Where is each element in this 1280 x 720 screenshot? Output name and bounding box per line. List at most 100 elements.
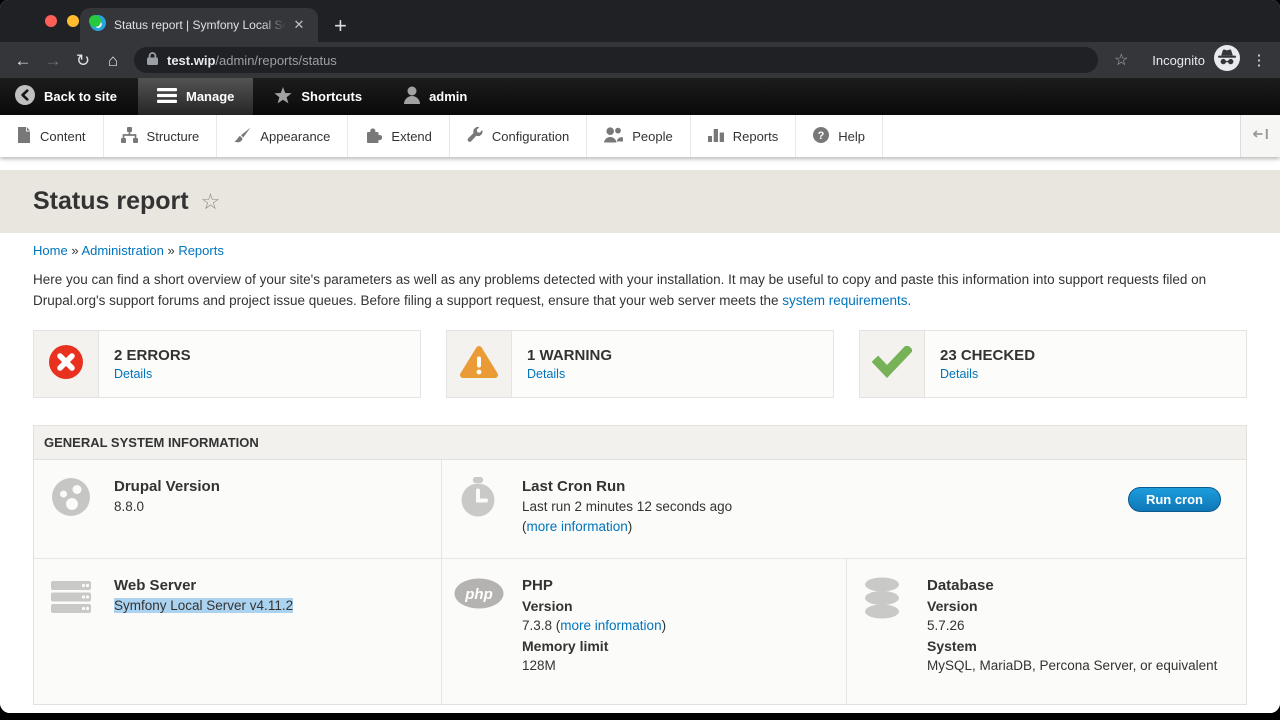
menu-item-structure[interactable]: Structure <box>103 115 217 157</box>
url-text: test.wip/admin/reports/status <box>167 53 337 68</box>
back-to-site-button[interactable]: Back to site <box>0 78 132 115</box>
breadcrumb-reports-link[interactable]: Reports <box>178 243 224 258</box>
database-system-label: System <box>927 636 1226 656</box>
back-circle-icon <box>15 85 35 108</box>
bookmark-star-icon[interactable]: ☆ <box>1108 50 1134 70</box>
checkmark-icon <box>872 346 912 383</box>
general-system-information-panel: GENERAL SYSTEM INFORMATION Drupal Versio… <box>33 425 1247 705</box>
database-title: Database <box>927 576 1226 596</box>
checked-details-link[interactable]: Details <box>940 367 1035 381</box>
star-icon <box>274 87 292 107</box>
browser-menu-icon[interactable]: ⋮ <box>1246 51 1272 69</box>
admin-user-tab[interactable]: admin <box>389 78 482 115</box>
last-cron-run-cell: Last Cron Run Last run 2 minutes 12 seco… <box>441 460 1246 558</box>
lock-icon <box>147 52 158 68</box>
errors-details-link[interactable]: Details <box>114 367 191 381</box>
menu-item-reports[interactable]: Reports <box>690 115 796 157</box>
system-requirements-link[interactable]: system requirements. <box>782 293 911 308</box>
bar-chart-icon <box>708 127 724 145</box>
shortcuts-label: Shortcuts <box>301 89 362 104</box>
incognito-label: Incognito <box>1152 53 1205 68</box>
maximize-window-button[interactable] <box>89 15 101 27</box>
menu-item-people[interactable]: People <box>586 115 689 157</box>
breadcrumb-home-link[interactable]: Home <box>33 243 68 258</box>
panel-heading: GENERAL SYSTEM INFORMATION <box>34 426 1246 460</box>
back-icon[interactable]: ← <box>8 52 38 69</box>
warnings-count: 1 WARNING <box>527 347 612 364</box>
checkmark-icon-cell <box>860 331 925 397</box>
run-cron-button[interactable]: Run cron <box>1128 487 1221 512</box>
drupal-version-value: 8.8.0 <box>114 497 421 517</box>
php-logo-icon: php <box>454 578 504 614</box>
people-icon <box>604 127 623 146</box>
forward-icon[interactable]: → <box>38 52 68 69</box>
browser-window: Status report | Symfony Local Se ✕ + ← →… <box>0 0 1280 713</box>
document-icon <box>17 127 31 146</box>
question-icon: ? <box>813 127 829 146</box>
browser-toolbar: ← → ↻ ⌂ test.wip/admin/reports/status ☆ … <box>0 42 1280 78</box>
url-path: /admin/reports/status <box>215 53 336 68</box>
clock-icon <box>459 477 497 522</box>
web-server-value: Symfony Local Server v4.11.2 <box>114 598 293 613</box>
cron-more-information-link[interactable]: more information <box>527 519 628 534</box>
shortcuts-tab[interactable]: Shortcuts <box>259 78 377 115</box>
manage-label: Manage <box>186 89 234 104</box>
close-window-button[interactable] <box>45 15 57 27</box>
php-more-information-link[interactable]: more information <box>560 618 661 633</box>
menubar-spacer <box>882 115 1240 157</box>
database-version-label: Version <box>927 596 1226 616</box>
incognito-icon <box>1214 45 1240 76</box>
menu-item-appearance[interactable]: Appearance <box>216 115 347 157</box>
description-text: Here you can find a short overview of yo… <box>33 272 1206 308</box>
breadcrumb: Home » Administration » Reports <box>33 243 1247 258</box>
status-summary-cards: 2 ERRORS Details 1 WARNING Details <box>33 330 1247 398</box>
warnings-details-link[interactable]: Details <box>527 367 612 381</box>
minimize-window-button[interactable] <box>67 15 79 27</box>
errors-card: 2 ERRORS Details <box>33 330 421 398</box>
close-tab-icon[interactable]: ✕ <box>290 17 308 33</box>
breadcrumb-administration-link[interactable]: Administration <box>81 243 163 258</box>
drupal-version-cell: Drupal Version 8.8.0 <box>34 460 441 558</box>
database-cell: Database Version 5.7.26 System MySQL, Ma… <box>846 559 1246 704</box>
window-controls <box>45 15 101 27</box>
admin-user-label: admin <box>429 89 467 104</box>
warnings-card: 1 WARNING Details <box>446 330 834 398</box>
menu-item-configuration[interactable]: Configuration <box>449 115 586 157</box>
svg-text:php: php <box>464 586 493 603</box>
php-memory-label: Memory limit <box>522 636 826 656</box>
error-icon <box>49 345 83 384</box>
home-icon[interactable]: ⌂ <box>98 52 128 69</box>
address-bar[interactable]: test.wip/admin/reports/status <box>134 47 1098 73</box>
drupal-menubar: Content Structure Appearance Extend Conf… <box>0 115 1280 157</box>
collapse-arrow-icon <box>1253 127 1268 145</box>
php-version-label: Version <box>522 596 826 616</box>
sitemap-icon <box>121 127 138 146</box>
manage-tab[interactable]: Manage <box>138 78 253 115</box>
warning-icon <box>460 345 498 384</box>
new-tab-button[interactable]: + <box>334 15 347 37</box>
checked-count: 23 CHECKED <box>940 347 1035 364</box>
cron-title: Last Cron Run <box>522 477 1226 497</box>
browser-tab-strip: Status report | Symfony Local Se ✕ + <box>0 0 1280 42</box>
server-icon <box>51 581 91 618</box>
browser-tab-active[interactable]: Status report | Symfony Local Se ✕ <box>80 8 318 42</box>
php-memory-value: 128M <box>522 656 826 676</box>
shortcut-star-icon[interactable]: ☆ <box>201 189 221 215</box>
php-title: PHP <box>522 576 826 596</box>
svg-text:?: ? <box>818 130 825 142</box>
puzzle-icon <box>365 127 382 146</box>
cron-last-run-text: Last run 2 minutes 12 seconds ago <box>522 497 1226 517</box>
menu-item-extend[interactable]: Extend <box>347 115 448 157</box>
page-header: Status report ☆ <box>0 170 1280 233</box>
menu-item-help[interactable]: ? Help <box>795 115 882 157</box>
checked-card: 23 CHECKED Details <box>859 330 1247 398</box>
warning-icon-cell <box>447 331 512 397</box>
reload-icon[interactable]: ↻ <box>68 52 98 69</box>
breadcrumb-separator: » <box>71 243 78 258</box>
page-content: Home » Administration » Reports Here you… <box>0 243 1280 705</box>
toolbar-collapse-button[interactable] <box>1240 115 1280 157</box>
back-to-site-label: Back to site <box>44 89 117 104</box>
menu-item-content[interactable]: Content <box>0 115 103 157</box>
hamburger-icon <box>157 88 177 106</box>
drupal-logo-icon <box>51 477 91 522</box>
